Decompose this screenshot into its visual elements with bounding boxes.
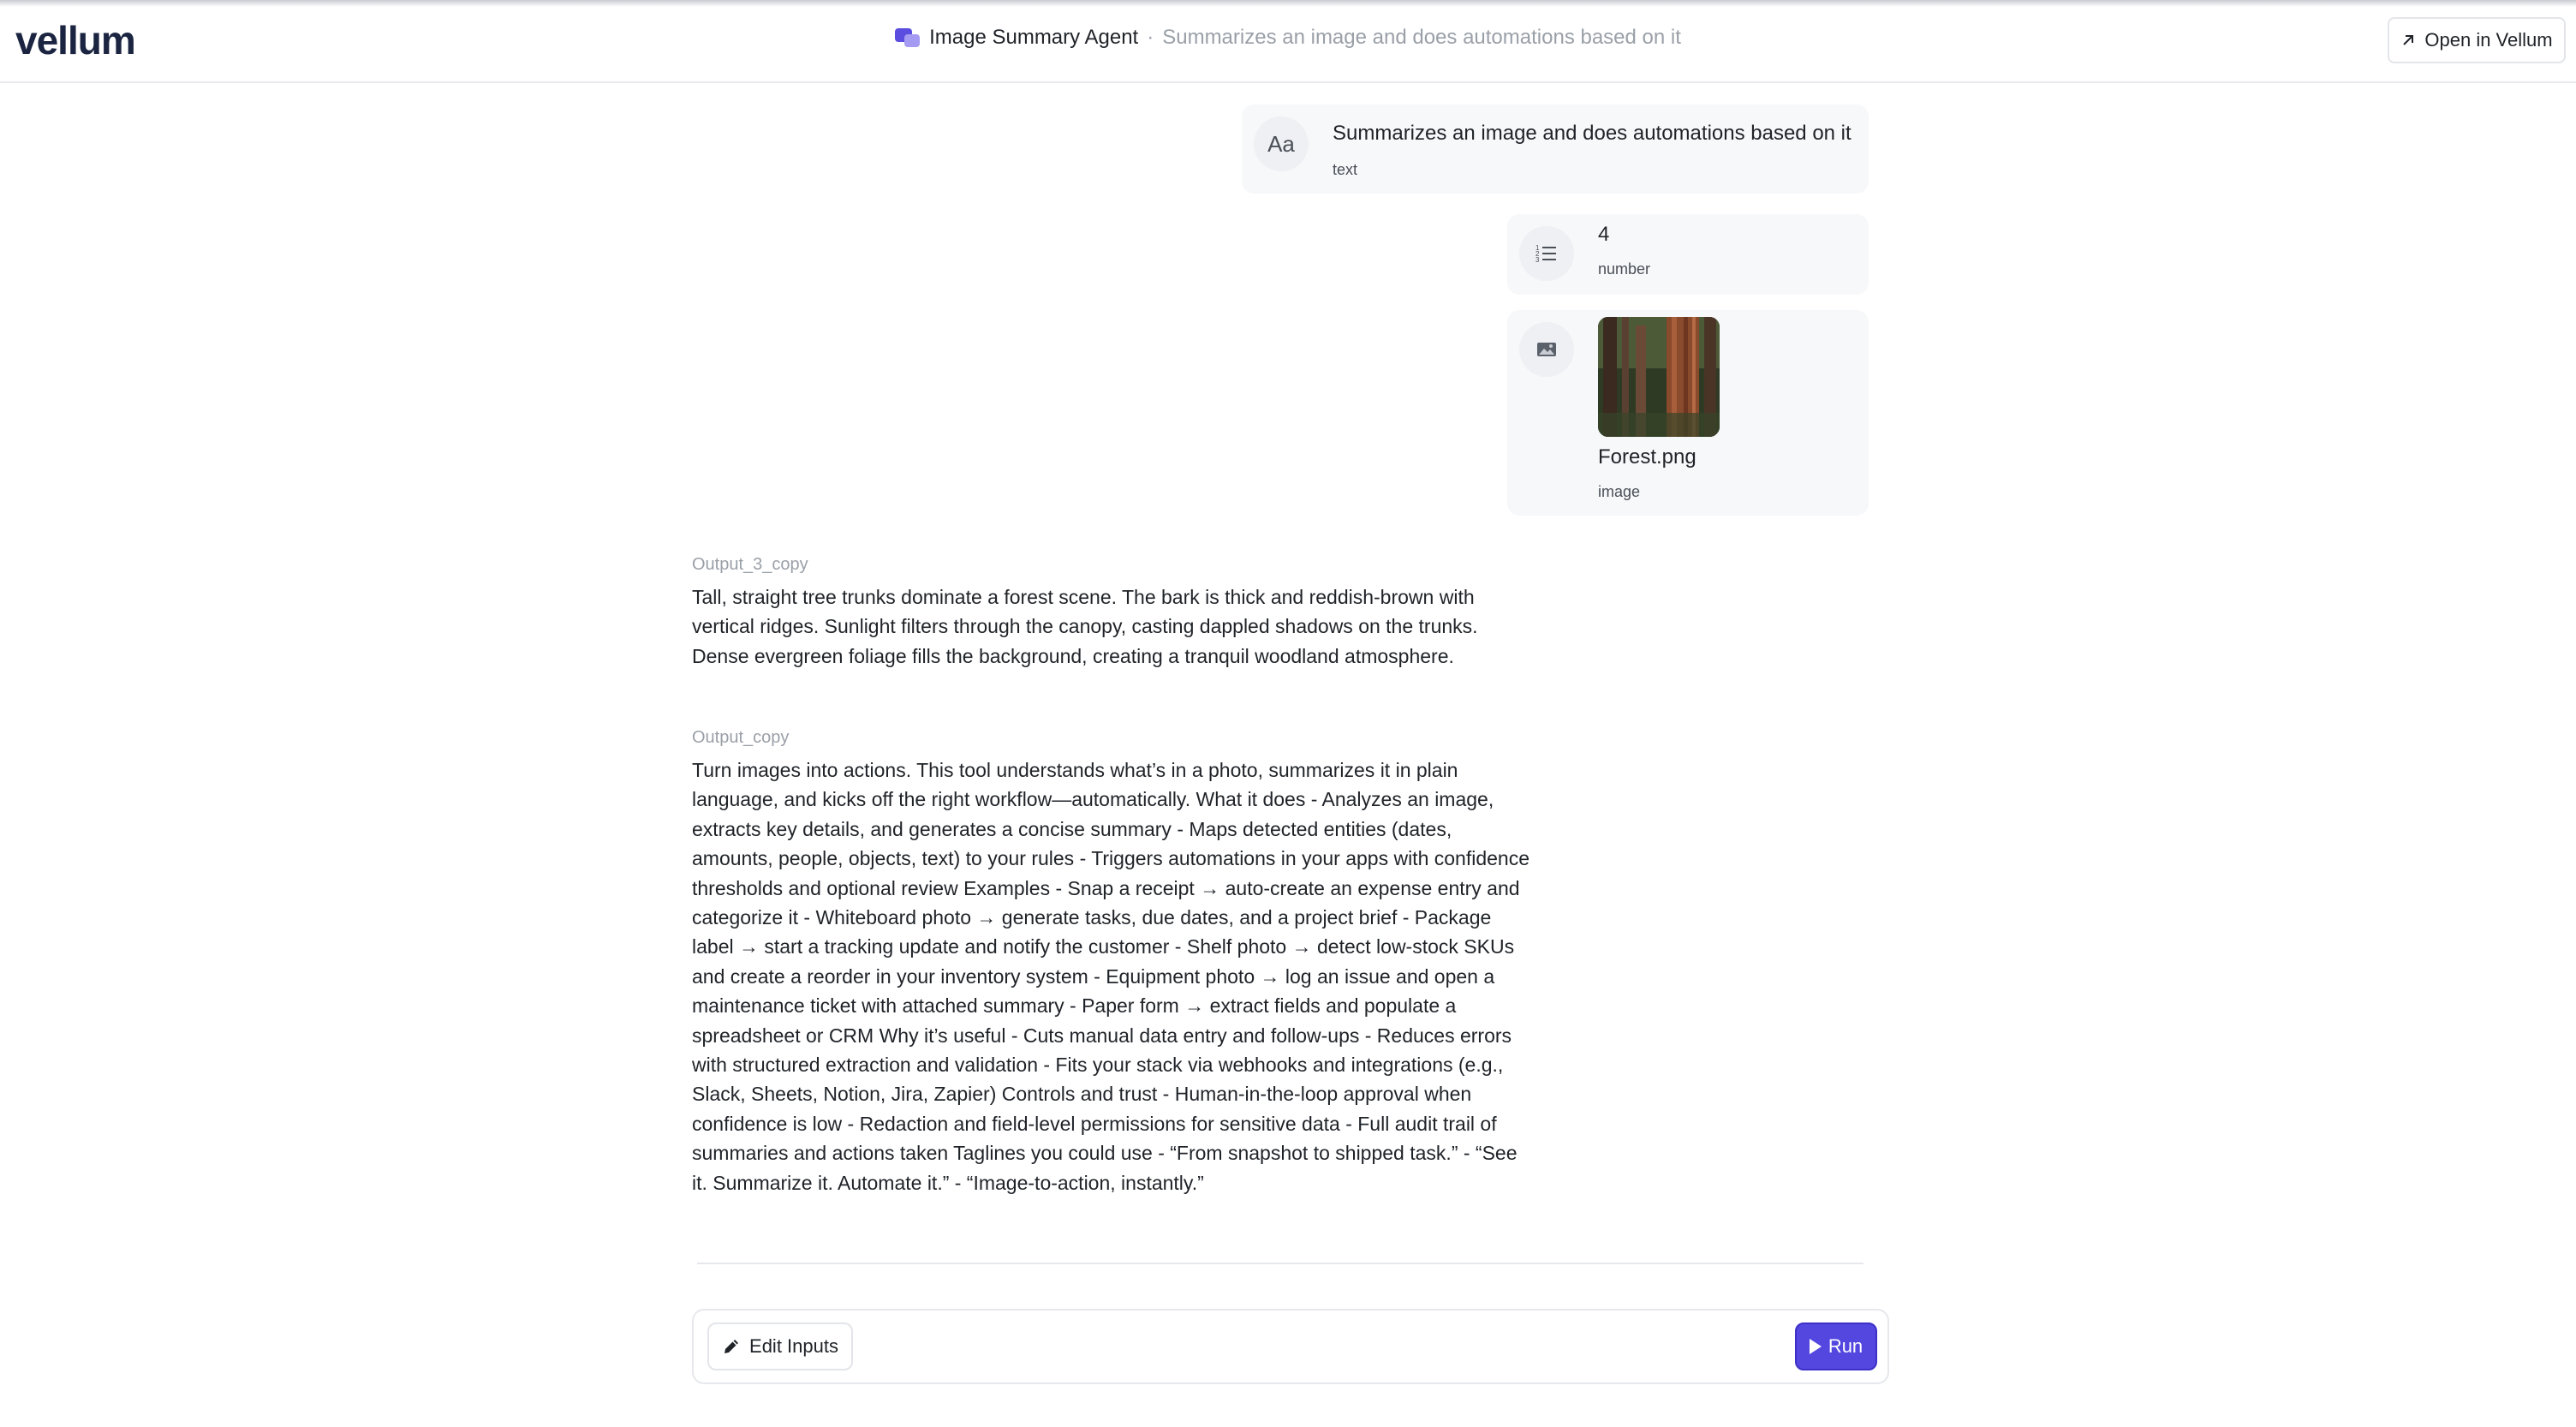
top-bar: vellum Image Summary Agent · Summarizes …: [0, 0, 2576, 83]
text-type-icon: Aa: [1254, 116, 1309, 171]
number-list-icon: 1 2 3: [1519, 226, 1574, 281]
input-card-image: Forest.png image: [1507, 310, 1869, 516]
agent-name: Image Summary Agent: [929, 26, 1139, 49]
open-in-vellum-label: Open in Vellum: [2424, 29, 2553, 51]
input-card-number: 1 2 3 4 number: [1507, 214, 1869, 295]
play-icon: [1809, 1339, 1822, 1354]
input-type: number: [1598, 260, 1651, 278]
edit-inputs-label: Edit Inputs: [749, 1335, 838, 1357]
agent-description: Summarizes an image and does automations…: [1162, 26, 1681, 49]
run-button[interactable]: Run: [1795, 1323, 1877, 1370]
open-in-vellum-button[interactable]: Open in Vellum: [2388, 17, 2566, 63]
action-bar: Edit Inputs Run: [692, 1309, 1889, 1384]
output-label: Output_3_copy: [692, 555, 808, 574]
output-text: Turn images into actions. This tool unde…: [692, 759, 1530, 1194]
output-text: Tall, straight tree trunks dominate a fo…: [692, 586, 1478, 667]
input-value: Summarizes an image and does automations…: [1333, 122, 1852, 145]
input-card-text: Aa Summarizes an image and does automati…: [1242, 104, 1869, 194]
svg-text:3: 3: [1535, 256, 1540, 264]
forest-thumbnail[interactable]: [1598, 317, 1720, 437]
external-arrow-icon: [2403, 35, 2414, 45]
agent-title-bar: Image Summary Agent · Summarizes an imag…: [0, 26, 2576, 55]
output-label: Output_copy: [692, 728, 790, 747]
input-type: text: [1333, 161, 1358, 178]
image-icon: [1519, 322, 1574, 377]
input-type: image: [1598, 483, 1641, 500]
pencil-icon: [724, 1340, 739, 1353]
edit-inputs-button[interactable]: Edit Inputs: [707, 1323, 853, 1370]
agent-chat-icon: [895, 27, 921, 49]
title-separator: ·: [1147, 26, 1154, 49]
run-label: Run: [1828, 1335, 1863, 1357]
input-value: Forest.png: [1598, 445, 1696, 469]
input-value: 4: [1598, 223, 1610, 246]
divider: [697, 1263, 1863, 1264]
